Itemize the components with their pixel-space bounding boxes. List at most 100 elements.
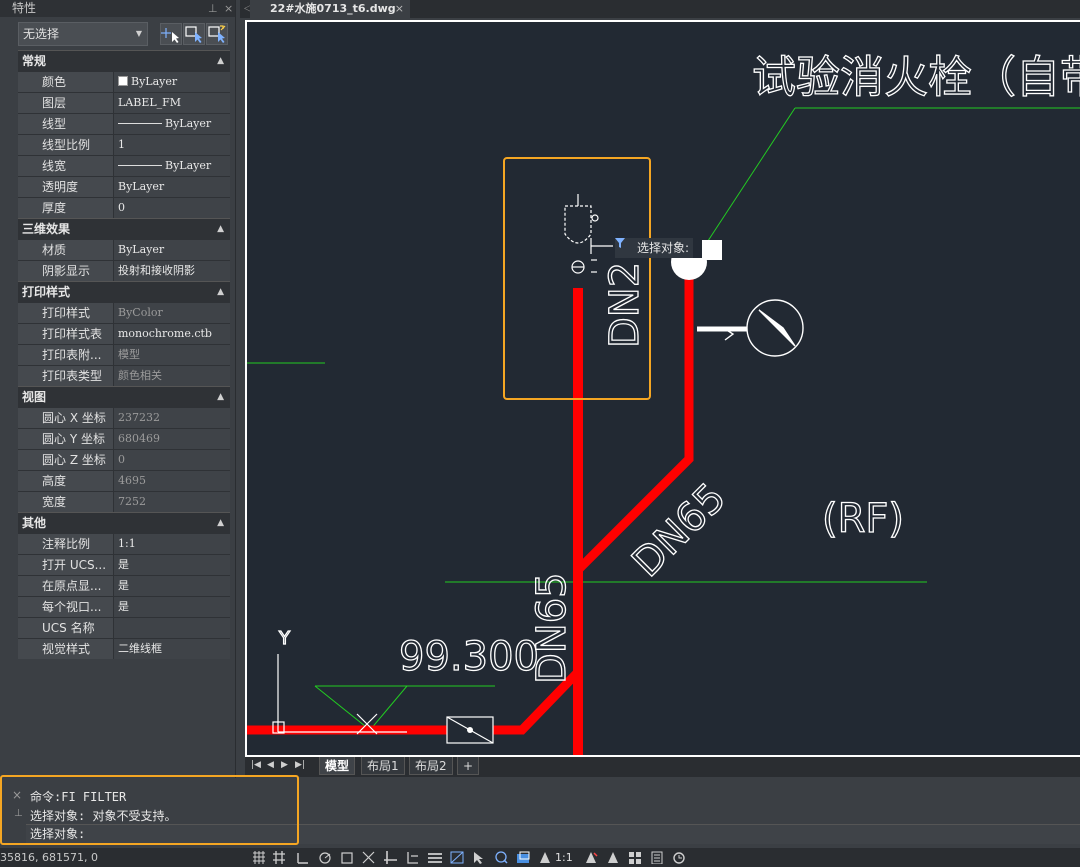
property-value[interactable]: 0 [114,198,230,218]
property-value-text: 二维线框 [118,642,162,655]
property-row[interactable]: 打印表附... 模型 [18,344,230,365]
property-row[interactable]: 厚度 0 [18,197,230,218]
property-row[interactable]: 圆心 Z 坐标 0 [18,449,230,470]
property-row[interactable]: 图层 LABEL_FM [18,92,230,113]
property-value[interactable]: 237232 [114,408,230,428]
section-header[interactable]: 打印样式 ▲ [18,281,230,302]
property-value[interactable]: 是 [114,555,230,575]
property-row[interactable]: UCS 名称 [18,617,230,638]
tab-layout2[interactable]: 布局2 [409,757,453,775]
property-value[interactable]: ByLayer [114,156,230,176]
property-row[interactable]: 打开 UCS... 是 [18,554,230,575]
section-header[interactable]: 视图 ▲ [18,386,230,407]
polar-icon[interactable] [318,851,332,864]
snap-icon[interactable] [272,851,286,864]
transparency-icon[interactable] [450,851,464,864]
property-row[interactable]: 线型比例 1 [18,134,230,155]
auto-scale-icon[interactable] [606,851,620,864]
property-row[interactable]: 在原点显... 是 [18,575,230,596]
property-row[interactable]: 打印样式 ByColor [18,302,230,323]
property-row[interactable]: 每个视口... 是 [18,596,230,617]
annotation-scale-value[interactable]: 1:1 [555,848,573,867]
property-row[interactable]: 圆心 Y 坐标 680469 [18,428,230,449]
tab-model[interactable]: 模型 [319,757,356,775]
pin-icon[interactable]: ⊥ [208,0,218,17]
tab-add[interactable]: + [457,757,480,775]
drawing-canvas[interactable]: 试验消火栓（自带压力 (RF) 99.300 DN65 DN65 DN2 Y 选… [245,20,1080,757]
property-value[interactable]: 1 [114,135,230,155]
property-value[interactable]: 二维线框 [114,639,230,659]
property-value[interactable]: 是 [114,597,230,617]
document-tab-close-button[interactable]: × [395,0,404,18]
lineweight-icon[interactable] [428,851,442,864]
ducs-icon[interactable] [384,851,398,864]
property-row[interactable]: 材质 ByLayer [18,239,230,260]
property-name: 打印样式表 [18,324,114,344]
osnap-icon[interactable] [340,851,354,864]
quick-select-button[interactable] [206,23,228,45]
document-tab[interactable]: 22#水施0713_t6.dwg × [250,0,410,18]
property-value[interactable]: 0 [114,450,230,470]
property-row[interactable]: 透明度 ByLayer [18,176,230,197]
ortho-icon[interactable] [296,851,310,864]
collapse-icon[interactable]: ▲ [217,387,224,407]
property-value[interactable]: ByLayer [114,114,230,134]
last-tab-icon[interactable]: ▶| [295,760,305,770]
otrack-icon[interactable] [362,851,376,864]
property-row[interactable]: 打印表类型 颜色相关 [18,365,230,386]
property-value[interactable] [114,618,230,638]
workspace-icon[interactable] [628,851,642,864]
property-value[interactable]: monochrome.ctb [114,324,230,344]
property-row[interactable]: 视觉样式 二维线框 [18,638,230,659]
property-row[interactable]: 线型 ByLayer [18,113,230,134]
collapse-icon[interactable]: ▲ [217,219,224,239]
property-value[interactable]: ByColor [114,303,230,323]
property-value[interactable]: 投射和接收阴影 [114,261,230,281]
collapse-icon[interactable]: ▲ [217,282,224,302]
panel-close-button[interactable]: × [224,0,233,17]
first-tab-icon[interactable]: |◀ [251,760,261,770]
section-header[interactable]: 常规 ▲ [18,50,230,71]
properties-icon[interactable] [650,851,664,864]
property-value[interactable]: ByLayer [114,177,230,197]
property-value[interactable]: 是 [114,576,230,596]
selection-dropdown[interactable]: 无选择 ▼ [18,22,148,46]
select-objects-button[interactable] [183,23,205,45]
dyn-input-icon[interactable] [406,851,420,864]
property-row[interactable]: 高度 4695 [18,470,230,491]
property-row[interactable]: 宽度 7252 [18,491,230,512]
property-value[interactable]: 680469 [114,429,230,449]
annotation-scale-icon[interactable] [538,851,552,864]
property-row[interactable]: 打印样式表 monochrome.ctb [18,323,230,344]
pickadd-button[interactable] [160,23,182,45]
property-row[interactable]: 颜色 ByLayer [18,71,230,92]
property-row[interactable]: 注释比例 1:1 [18,533,230,554]
property-value[interactable]: 4695 [114,471,230,491]
property-value[interactable]: ByLayer [114,72,230,92]
section-header[interactable]: 三维效果 ▲ [18,218,230,239]
collapse-icon[interactable]: ▲ [217,513,224,533]
property-row[interactable]: 阴影显示 投射和接收阴影 [18,260,230,281]
property-value-text: ByLayer [131,75,178,88]
section-header[interactable]: 其他 ▲ [18,512,230,533]
grid-icon[interactable] [252,851,266,864]
property-value[interactable]: LABEL_FM [114,93,230,113]
property-row[interactable]: 线宽 ByLayer [18,155,230,176]
tab-layout1[interactable]: 布局1 [361,757,405,775]
property-value[interactable]: 模型 [114,345,230,365]
refresh-icon[interactable] [672,851,686,864]
3d-osnap-icon[interactable] [494,851,508,864]
next-tab-icon[interactable]: ▶ [281,760,288,770]
property-value[interactable]: ByLayer [114,240,230,260]
prev-tab-icon[interactable]: ◀ [267,760,274,770]
annotation-visibility-icon[interactable] [584,851,598,864]
selection-cycling-icon[interactable] [472,851,486,864]
property-value[interactable]: 颜色相关 [114,366,230,386]
viewport-icon[interactable] [516,851,530,864]
elevation-label: 99.300 [399,634,539,680]
property-row[interactable]: 圆心 X 坐标 237232 [18,407,230,428]
collapse-icon[interactable]: ▲ [217,51,224,71]
property-value[interactable]: 7252 [114,492,230,512]
dn-partial-label: DN2 [602,262,648,348]
property-value[interactable]: 1:1 [114,534,230,554]
